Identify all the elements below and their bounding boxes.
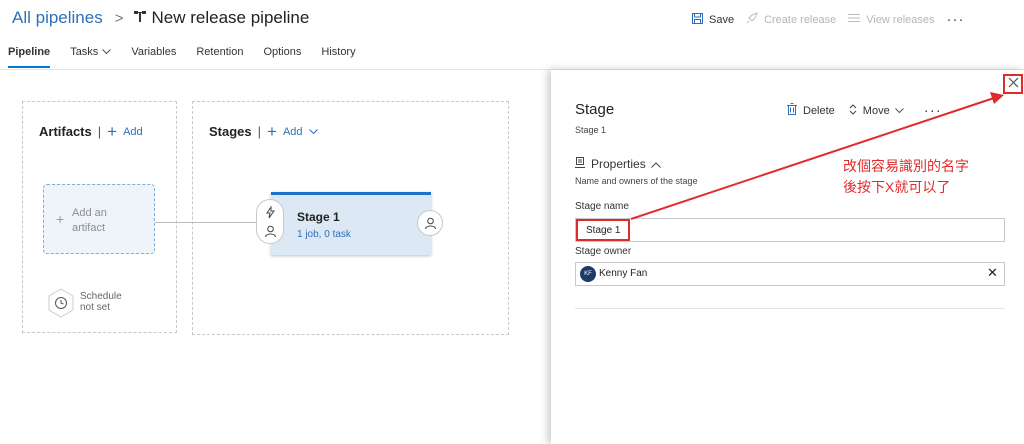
close-panel-button[interactable] [1003, 74, 1023, 94]
artifact-placeholder-line2: artifact [72, 222, 106, 234]
create-release-label: Create release [764, 13, 837, 26]
add-stage-button[interactable]: + Add [267, 121, 318, 141]
tab-options[interactable]: Options [263, 46, 301, 68]
save-button[interactable]: Save [692, 12, 735, 27]
breadcrumb-all-pipelines[interactable]: All pipelines [12, 8, 103, 28]
properties-icon [575, 157, 591, 171]
stage-owner-field[interactable]: KF Kenny Fan ✕ [575, 262, 1005, 286]
properties-label: Properties [591, 157, 646, 171]
list-icon [848, 13, 866, 26]
divider: | [257, 124, 262, 139]
view-releases-button[interactable]: View releases [848, 13, 935, 26]
breadcrumb-separator: > [114, 9, 124, 27]
trash-icon [787, 103, 803, 118]
breadcrumb: All pipelines > New release pipeline [12, 8, 309, 28]
tab-bar: Pipeline Tasks Variables Retention Optio… [8, 46, 376, 68]
tab-label: History [321, 46, 356, 58]
schedule-status: Schedule not set [80, 291, 122, 313]
delete-label: Delete [803, 104, 835, 117]
artifacts-header: Artifacts | + Add [39, 121, 143, 141]
tab-label: Retention [196, 46, 244, 58]
owner-name: Kenny Fan [599, 268, 648, 279]
annotation-note: 改個容易識別的名字 後按下X就可以了 [843, 156, 969, 198]
chevron-down-icon [894, 105, 910, 117]
person-icon [264, 225, 277, 243]
trigger-icon [264, 205, 277, 224]
stages-title: Stages [209, 124, 252, 139]
more-actions-button[interactable]: ··· [947, 12, 965, 27]
tab-tasks[interactable]: Tasks [70, 46, 112, 68]
panel-subtitle: Stage 1 [575, 125, 607, 135]
plus-icon: + [56, 211, 65, 227]
divider: | [97, 124, 102, 139]
view-releases-label: View releases [866, 13, 935, 26]
plus-icon: + [107, 121, 118, 141]
chevron-down-icon [308, 126, 318, 138]
tab-label: Tasks [70, 46, 99, 58]
save-label: Save [709, 13, 735, 26]
artifact-placeholder-line1: Add an [72, 207, 107, 219]
annotation-line2: 後按下X就可以了 [843, 179, 951, 195]
add-artifact-placeholder[interactable]: + Add an artifact [43, 184, 155, 254]
add-artifact-button[interactable]: + Add [107, 121, 143, 141]
properties-section-toggle[interactable]: Properties [575, 157, 667, 171]
header-toolbar: Save Create release View releases ··· [692, 12, 965, 27]
move-stage-button[interactable]: Move [849, 103, 910, 118]
delete-stage-button[interactable]: Delete [787, 103, 835, 118]
stage-card-name: Stage 1 [297, 210, 340, 224]
stage-owner-label: Stage owner [575, 246, 632, 257]
artifact-placeholder-text: Add an artifact [72, 206, 107, 236]
pipeline-icon [133, 8, 146, 28]
tab-variables[interactable]: Variables [131, 46, 176, 68]
up-down-icon [849, 103, 863, 118]
artifacts-title: Artifacts [39, 124, 92, 139]
avatar: KF [580, 266, 596, 282]
properties-description: Name and owners of the stage [575, 176, 698, 186]
stage-card[interactable]: Stage 1 1 job, 0 task [271, 192, 431, 255]
stage-card-summary[interactable]: 1 job, 0 task [297, 229, 351, 240]
tab-label: Variables [131, 46, 177, 58]
annotation-line1: 改個容易識別的名字 [843, 158, 969, 174]
tab-history[interactable]: History [321, 46, 355, 68]
chevron-up-icon [650, 157, 667, 171]
stage-name-highlight [576, 219, 630, 241]
release-pipeline-editor: All pipelines > New release pipeline Sav… [0, 0, 1024, 444]
divider [575, 308, 1005, 309]
panel-title: Stage [575, 101, 615, 118]
artifact-stage-connector [155, 222, 268, 223]
stage-properties-panel: Stage Stage 1 Delete Move ··· Properties… [551, 70, 1024, 444]
rocket-icon [746, 12, 764, 27]
pipeline-title[interactable]: New release pipeline [152, 8, 310, 28]
add-label: Add [123, 125, 143, 138]
stage-name-label: Stage name [575, 201, 629, 212]
tab-label: Options [263, 46, 302, 58]
stages-header: Stages | + Add [209, 121, 318, 141]
stage-name-input[interactable]: Stage 1 [575, 218, 1005, 242]
close-icon [1008, 75, 1019, 93]
plus-icon: + [267, 121, 277, 141]
post-deployment-conditions[interactable] [417, 210, 443, 236]
panel-toolbar: Delete Move ··· [787, 103, 942, 118]
tab-pipeline[interactable]: Pipeline [8, 46, 51, 68]
add-label: Add [282, 125, 303, 138]
clock-icon [48, 288, 74, 323]
chevron-down-icon [102, 46, 112, 58]
clear-owner-button[interactable]: ✕ [987, 265, 998, 281]
tab-label: Pipeline [8, 46, 51, 58]
schedule-line2: not set [80, 302, 111, 313]
schedule-line1: Schedule [80, 291, 122, 302]
tab-retention[interactable]: Retention [196, 46, 243, 68]
move-label: Move [862, 104, 890, 117]
person-icon [424, 217, 437, 235]
page-header: All pipelines > New release pipeline Sav… [0, 0, 1024, 70]
panel-more-button[interactable]: ··· [924, 103, 942, 118]
save-icon [692, 12, 709, 27]
create-release-button[interactable]: Create release [746, 12, 836, 27]
pre-deployment-conditions[interactable] [256, 199, 284, 244]
